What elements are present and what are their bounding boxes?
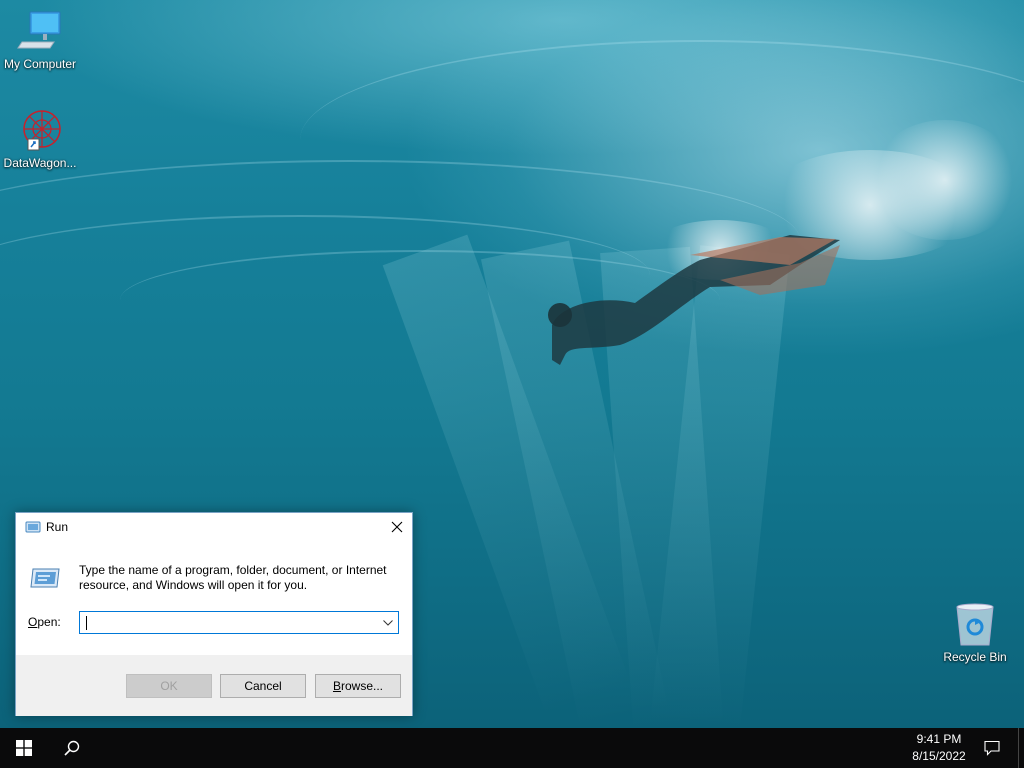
run-program-icon — [30, 568, 60, 588]
run-dialog-body: Type the name of a program, folder, docu… — [16, 541, 412, 655]
desktop-icon-my-computer[interactable]: My Computer — [0, 8, 80, 71]
computer-icon — [17, 11, 61, 49]
taskbar: 9:41 PM 8/15/2022 — [0, 728, 1024, 768]
browse-button-label: Browse... — [333, 679, 383, 693]
show-desktop-button[interactable] — [1018, 728, 1024, 768]
open-label-accesskey: O — [28, 615, 38, 629]
cancel-button-label: Cancel — [244, 679, 282, 693]
desktop-icon-recycle-bin[interactable]: Recycle Bin — [935, 601, 1015, 664]
clock-time: 9:41 PM — [916, 732, 962, 746]
search-icon — [64, 740, 80, 756]
recycle-bin-icon — [956, 603, 994, 646]
diver-silhouette — [548, 235, 840, 365]
open-label-rest: pen: — [37, 615, 61, 629]
open-input[interactable] — [83, 614, 373, 631]
browse-accesskey: B — [332, 679, 341, 693]
desktop-icon-label: My Computer — [3, 57, 77, 71]
start-button[interactable] — [0, 728, 48, 768]
system-clock[interactable]: 9:41 PM 8/15/2022 — [900, 731, 978, 765]
dropdown-button[interactable] — [378, 612, 398, 633]
desktop-icon-label: DataWagon... — [3, 156, 77, 170]
browse-button[interactable]: Browse... — [315, 674, 401, 698]
datawagon-app-icon — [23, 110, 61, 151]
close-icon — [391, 521, 403, 533]
foam — [870, 120, 1020, 240]
notification-center-button[interactable] — [978, 728, 1006, 768]
notification-icon — [984, 740, 1000, 756]
open-label: Open: — [28, 615, 61, 629]
windows-logo-icon — [16, 740, 32, 756]
browse-label-rest: rowse... — [341, 679, 384, 693]
cancel-button[interactable]: Cancel — [220, 674, 306, 698]
text-caret — [86, 616, 87, 630]
run-dialog[interactable]: Run Type the name of a program, folder, … — [15, 512, 413, 716]
clock-date: 8/15/2022 — [912, 749, 966, 763]
search-button[interactable] — [48, 728, 96, 768]
open-combobox[interactable] — [79, 611, 399, 634]
run-dialog-description: Type the name of a program, folder, docu… — [79, 563, 387, 592]
ok-button-label: OK — [160, 679, 178, 693]
run-icon — [25, 521, 41, 533]
run-dialog-title: Run — [46, 520, 69, 534]
desktop-icon-label: Recycle Bin — [943, 650, 1007, 664]
run-dialog-footer: OK Cancel Browse... — [16, 655, 412, 716]
run-dialog-titlebar[interactable]: Run — [16, 513, 412, 541]
close-button[interactable] — [382, 513, 412, 541]
chevron-down-icon — [383, 619, 393, 626]
ok-button[interactable]: OK — [126, 674, 212, 698]
desktop-icon-datawagon[interactable]: DataWagon... — [0, 107, 80, 170]
